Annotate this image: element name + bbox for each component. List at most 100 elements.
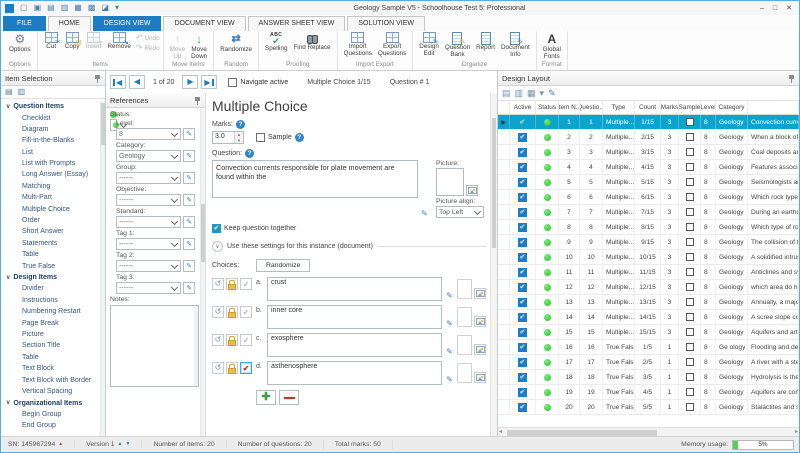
sample-checkbox[interactable]	[256, 133, 265, 142]
sample-checkbox[interactable]	[685, 313, 694, 321]
ribbon-button-remove[interactable]: Remove	[104, 32, 133, 50]
picture-align-select[interactable]: Top Left	[436, 206, 484, 218]
choice-enable-button[interactable]: ↺	[212, 362, 224, 374]
table-row[interactable]: ▶ 8 8 Multiple... 8/15 3 8 Geology Which…	[498, 220, 799, 235]
active-checkbox[interactable]	[518, 192, 527, 202]
choice-lock-button[interactable]	[226, 334, 238, 346]
active-checkbox[interactable]	[518, 282, 527, 292]
layout-1-icon[interactable]: ▤	[502, 88, 511, 98]
sample-checkbox[interactable]	[685, 148, 694, 156]
sample-checkbox[interactable]	[685, 193, 694, 201]
table-row[interactable]: ▶ 1 1 Multiple... 1/15 3 8 Geology Conve…	[498, 115, 799, 130]
scrollbar-thumb[interactable]	[507, 429, 657, 436]
sidebar-item-page-break[interactable]: Page Break	[1, 318, 105, 329]
sidebar-item-vertical-spacing[interactable]: Vertical Spacing	[1, 386, 105, 397]
choice-lock-button[interactable]	[226, 278, 238, 290]
column-header[interactable]: Questio...	[580, 101, 603, 114]
active-checkbox[interactable]	[518, 327, 527, 337]
table-row[interactable]: ▶ 11 11 Multiple... 11/15 3 8 Geology An…	[498, 265, 799, 280]
folder-icon[interactable]: ◪	[101, 4, 109, 12]
sidebar-item-begin-group[interactable]: Begin Group	[1, 409, 105, 420]
tab-solution-view[interactable]: SOLUTION VIEW	[347, 16, 425, 31]
collapse-all-icon[interactable]: ▥	[18, 88, 26, 96]
table-row[interactable]: ▶ 6 6 Multiple... 6/15 3 8 Geology Which…	[498, 190, 799, 205]
sample-checkbox[interactable]	[685, 328, 694, 336]
table-row[interactable]: ▶ 9 9 Multiple... 9/15 3 8 Geology The c…	[498, 235, 799, 250]
column-header[interactable]	[748, 101, 799, 114]
table-row[interactable]: ▶ 2 2 Multiple... 2/15 3 8 Geology When …	[498, 130, 799, 145]
pin-icon[interactable]	[195, 96, 201, 105]
tab-file[interactable]: FILE	[3, 16, 46, 31]
picture-button[interactable]	[466, 185, 478, 196]
sidebar-item-true-false[interactable]: True False	[1, 261, 105, 272]
choice-correct-checkbox[interactable]: ✔	[240, 306, 252, 318]
edit-list-button[interactable]: ✎	[183, 150, 195, 162]
column-header[interactable]: Marks	[661, 101, 679, 114]
sidebar-item-statements[interactable]: Statements	[1, 238, 105, 249]
version-up-icon[interactable]: ▲	[118, 442, 123, 447]
table-row[interactable]: ▶ 7 7 Multiple... 7/15 3 8 Geology Durin…	[498, 205, 799, 220]
sample-checkbox[interactable]	[685, 163, 694, 171]
table-row[interactable]: ▶ 10 10 Multiple... 10/15 3 8 Geology A …	[498, 250, 799, 265]
column-header[interactable]: Item N...	[559, 101, 580, 114]
choice-text-input[interactable]: asthenosphere	[267, 361, 442, 385]
active-checkbox[interactable]	[518, 267, 527, 277]
tab-home[interactable]: HOME	[47, 16, 91, 31]
choice-edit-button[interactable]: ✎	[444, 376, 455, 384]
ribbon-button-move-down[interactable]: ↓ Move Down	[188, 32, 210, 60]
ribbon-button-global-fonts[interactable]: A Global Fonts	[540, 32, 564, 60]
active-checkbox[interactable]	[518, 402, 527, 412]
sidebar-item-short-answer[interactable]: Short Answer	[1, 226, 105, 237]
sidebar-item-section-title[interactable]: Section Title	[1, 340, 105, 351]
edit-list-button[interactable]: ✎	[183, 128, 195, 140]
expand-all-icon[interactable]: ▤	[5, 88, 13, 96]
choice-correct-checkbox[interactable]: ✔	[240, 334, 252, 346]
choice-enable-button[interactable]: ↺	[212, 306, 224, 318]
choice-enable-button[interactable]: ↺	[212, 334, 224, 346]
select-tag-1[interactable]: ------	[116, 238, 181, 250]
choice-lock-button[interactable]	[226, 306, 238, 318]
edit-list-button[interactable]: ✎	[183, 260, 195, 272]
add-choice-button[interactable]: ✚	[256, 390, 276, 405]
sample-checkbox[interactable]	[685, 133, 694, 141]
sidebar-item-end-group[interactable]: End Group	[1, 420, 105, 431]
sidebar-item-picture[interactable]: Picture	[1, 329, 105, 340]
active-checkbox[interactable]	[518, 312, 527, 322]
sidebar-item-order[interactable]: Order	[1, 215, 105, 226]
edit-list-button[interactable]: ✎	[183, 282, 195, 294]
select-group[interactable]: ------	[116, 172, 181, 184]
sample-checkbox[interactable]	[685, 238, 694, 246]
table-row[interactable]: ▶ 13 13 Multiple... 13/15 3 8 Geology An…	[498, 295, 799, 310]
active-checkbox[interactable]	[518, 357, 527, 367]
hscroll-right-icon[interactable]: ▸	[795, 429, 798, 435]
next-item-button[interactable]: ▶	[182, 75, 199, 89]
keep-together-checkbox[interactable]	[212, 224, 221, 233]
sample-checkbox[interactable]	[685, 208, 694, 216]
edit-list-button[interactable]: ✎	[183, 216, 195, 228]
ribbon-button-redo[interactable]: ↷ Redo	[136, 44, 160, 52]
sidebar-item-table[interactable]: Table	[1, 352, 105, 363]
choice-correct-checkbox[interactable]: ✔	[240, 278, 252, 290]
close-icon[interactable]: ✕	[786, 5, 792, 12]
column-header[interactable]: Type	[603, 101, 635, 114]
select-tag-3[interactable]: ------	[116, 282, 181, 294]
ribbon-button-question-bank[interactable]: Question Bank	[442, 32, 473, 58]
table-row[interactable]: ▶ 3 3 Multiple... 3/15 3 8 Geology Coal …	[498, 145, 799, 160]
sidebar-item-divider[interactable]: Divider	[1, 283, 105, 294]
select-level[interactable]: 8	[116, 128, 181, 140]
table-row[interactable]: ▶ 5 5 Multiple... 5/15 3 8 Geology Seism…	[498, 175, 799, 190]
help-icon[interactable]	[244, 149, 254, 158]
sample-checkbox[interactable]	[685, 178, 694, 186]
sample-checkbox[interactable]	[685, 223, 694, 231]
edit-list-button[interactable]: ✎	[183, 238, 195, 250]
tree-section-organizational-items[interactable]: ∨ Organizational Items	[1, 397, 105, 409]
maximize-icon[interactable]: □	[773, 5, 777, 12]
choice-correct-checkbox[interactable]: ✔	[240, 362, 252, 374]
notes-input[interactable]	[110, 305, 199, 387]
references-scrollbar[interactable]	[200, 108, 205, 436]
sidebar-item-table[interactable]: Table	[1, 249, 105, 260]
choice-text-input[interactable]: inner core	[267, 305, 442, 329]
select-tag-2[interactable]: ------	[116, 260, 181, 272]
marks-spinner[interactable]: 3.0 ▴ ▾	[212, 131, 244, 144]
ribbon-button-export-questions[interactable]: Export Questions	[375, 32, 409, 57]
